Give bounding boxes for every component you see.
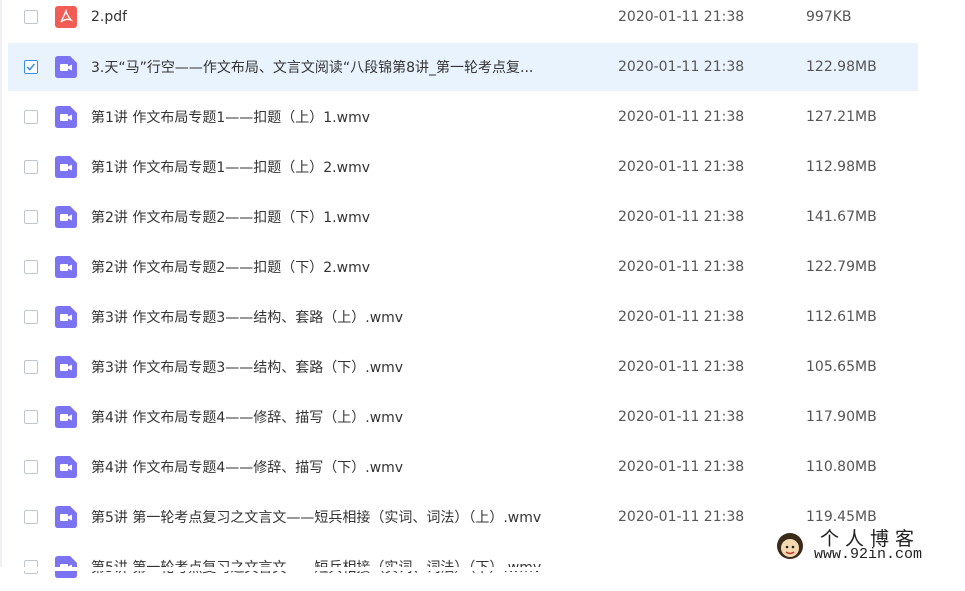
- panel-left-border: [0, 0, 2, 571]
- pdf-icon: [55, 6, 77, 28]
- video-icon: [55, 56, 77, 78]
- file-name[interactable]: 第3讲 作文布局专题3——结构、套路（上）.wmv: [91, 307, 403, 327]
- file-size: 112.98MB: [806, 159, 877, 175]
- file-size: 112.61MB: [806, 309, 877, 325]
- file-name[interactable]: 第2讲 作文布局专题2——扣题（下）1.wmv: [91, 207, 370, 227]
- file-size: 110.80MB: [806, 459, 877, 475]
- file-name[interactable]: 第1讲 作文布局专题1——扣题（上）2.wmv: [91, 157, 370, 177]
- file-row[interactable]: 第3讲 作文布局专题3——结构、套路（上）.wmv 2020-01-11 21:3…: [8, 293, 918, 341]
- video-icon: [55, 456, 77, 478]
- file-row[interactable]: 第1讲 作文布局专题1——扣题（上）2.wmv 2020-01-11 21:38 1…: [8, 143, 918, 191]
- file-row[interactable]: 第4讲 作文布局专题4——修辞、描写（下）.wmv 2020-01-11 21:3…: [8, 443, 918, 491]
- file-modified-date: 2020-01-11 21:38: [618, 9, 745, 25]
- file-name[interactable]: 第1讲 作文布局专题1——扣题（上）1.wmv: [91, 107, 370, 127]
- video-icon: [55, 406, 77, 428]
- file-name[interactable]: 第4讲 作文布局专题4——修辞、描写（下）.wmv: [91, 457, 403, 477]
- file-size: 117.90MB: [806, 409, 877, 425]
- file-name[interactable]: 第2讲 作文布局专题2——扣题（下）2.wmv: [91, 257, 370, 277]
- file-row[interactable]: 第2讲 作文布局专题2——扣题（下）1.wmv 2020-01-11 21:38 1…: [8, 193, 918, 241]
- file-size: 141.67MB: [806, 209, 877, 225]
- file-row[interactable]: 第1讲 作文布局专题1——扣题（上）1.wmv 2020-01-11 21:38 1…: [8, 93, 918, 141]
- file-row[interactable]: 第4讲 作文布局专题4——修辞、描写（上）.wmv 2020-01-11 21:3…: [8, 393, 918, 441]
- row-checkbox[interactable]: [24, 310, 38, 324]
- file-modified-date: 2020-01-11 21:38: [618, 359, 745, 375]
- file-size: 127.21MB: [806, 109, 877, 125]
- row-checkbox[interactable]: [24, 410, 38, 424]
- row-checkbox[interactable]: [24, 10, 38, 24]
- bottom-edge: [0, 567, 965, 571]
- video-icon: [55, 506, 77, 528]
- row-checkbox[interactable]: [24, 460, 38, 474]
- row-checkbox[interactable]: [24, 160, 38, 174]
- row-checkbox[interactable]: [24, 260, 38, 274]
- watermark-url: www.92in.com: [814, 546, 923, 563]
- file-size: 122.98MB: [806, 59, 877, 75]
- file-size: 105.65MB: [806, 359, 877, 375]
- file-modified-date: 2020-01-11 21:38: [618, 59, 745, 75]
- row-checkbox[interactable]: [24, 110, 38, 124]
- row-checkbox[interactable]: [24, 510, 38, 524]
- file-name[interactable]: 第3讲 作文布局专题3——结构、套路（下）.wmv: [91, 357, 403, 377]
- video-icon: [55, 256, 77, 278]
- file-name[interactable]: 2.pdf: [91, 9, 127, 25]
- watermark: 个人博客 www.92in.com: [768, 522, 958, 568]
- file-modified-date: 2020-01-11 21:38: [618, 509, 745, 525]
- video-icon: [55, 156, 77, 178]
- file-row[interactable]: 第3讲 作文布局专题3——结构、套路（下）.wmv 2020-01-11 21:3…: [8, 343, 918, 391]
- file-size: 997KB: [806, 9, 852, 25]
- checkmark-icon: [26, 63, 36, 71]
- file-size: 122.79MB: [806, 259, 877, 275]
- avatar-icon: [777, 533, 803, 559]
- row-checkbox[interactable]: [24, 60, 38, 74]
- file-modified-date: 2020-01-11 21:38: [618, 259, 745, 275]
- file-modified-date: 2020-01-11 21:38: [618, 159, 745, 175]
- file-name[interactable]: 第4讲 作文布局专题4——修辞、描写（上）.wmv: [91, 407, 403, 427]
- file-name[interactable]: 第5讲 第一轮考点复习之文言文——短兵相接（实词、词法）（上）.wmv: [91, 507, 541, 527]
- video-icon: [55, 306, 77, 328]
- file-modified-date: 2020-01-11 21:38: [618, 409, 745, 425]
- file-modified-date: 2020-01-11 21:38: [618, 109, 745, 125]
- file-row[interactable]: 第2讲 作文布局专题2——扣题（下）2.wmv 2020-01-11 21:38 1…: [8, 243, 918, 291]
- video-icon: [55, 206, 77, 228]
- row-checkbox[interactable]: [24, 210, 38, 224]
- file-name[interactable]: 3.天“马”行空——作文布局、文言文阅读“八段锦第8讲_第一轮考点复...: [91, 57, 533, 77]
- file-row[interactable]: 2.pdf 2020-01-11 21:38 997KB: [8, 0, 918, 41]
- video-icon: [55, 106, 77, 128]
- file-row[interactable]: 3.天“马”行空——作文布局、文言文阅读“八段锦第8讲_第一轮考点复... 202…: [8, 43, 918, 91]
- file-modified-date: 2020-01-11 21:38: [618, 459, 745, 475]
- file-modified-date: 2020-01-11 21:38: [618, 209, 745, 225]
- video-icon: [55, 356, 77, 378]
- file-modified-date: 2020-01-11 21:38: [618, 309, 745, 325]
- row-checkbox[interactable]: [24, 360, 38, 374]
